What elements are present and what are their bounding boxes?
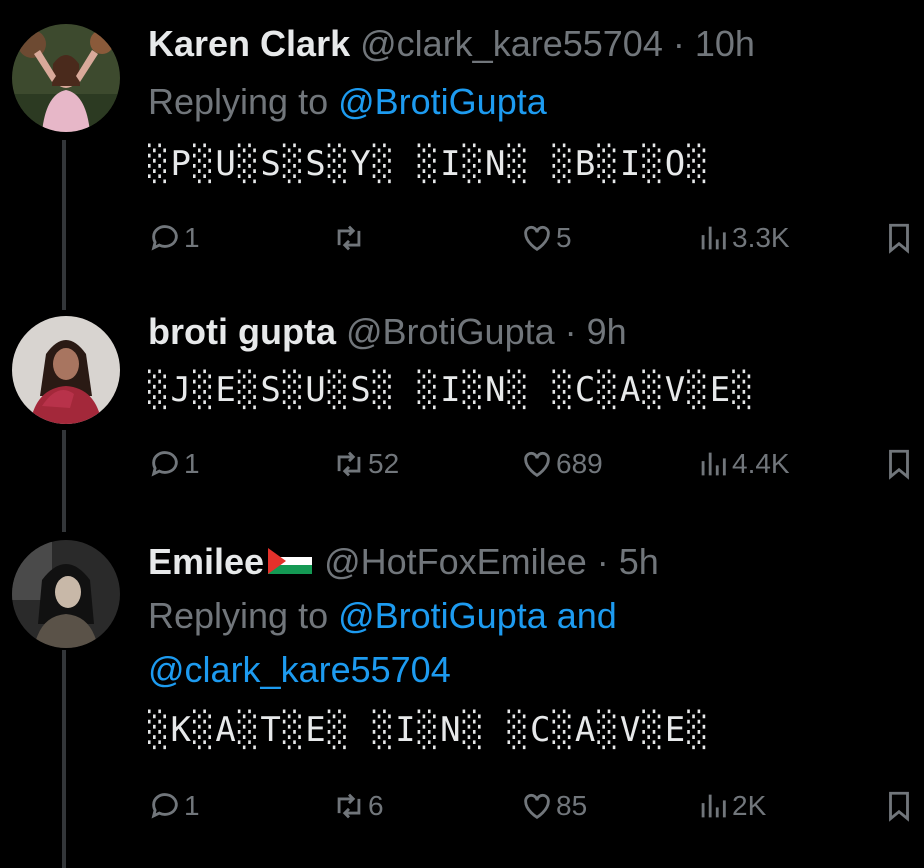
mention-link[interactable]: @clark_kare55704 <box>148 649 451 690</box>
display-name[interactable]: broti gupta <box>148 311 336 352</box>
reply-count: 1 <box>184 448 200 479</box>
handle[interactable]: @BrotiGupta <box>346 311 555 352</box>
tweet-header: broti gupta @BrotiGupta · 9h <box>148 310 627 354</box>
mention-link[interactable]: @BrotiGupta <box>338 81 547 122</box>
tweet-header: Karen Clark @clark_kare55704 · 10h <box>148 22 755 66</box>
views-button[interactable]: 4.4K <box>696 442 790 486</box>
action-bar: 1 5 3.3K <box>148 216 924 260</box>
replying-to: Replying to @BrotiGupta and <box>148 594 617 638</box>
avatar-image <box>12 540 120 648</box>
tweet-karen-clark[interactable]: Karen Clark @clark_kare55704 · 10h Reply… <box>0 0 924 300</box>
replying-to-label: Replying to <box>148 81 339 122</box>
retweet-count: 6 <box>368 790 384 821</box>
like-count: 5 <box>556 222 572 253</box>
like-button[interactable]: 5 <box>520 216 572 260</box>
views-count: 3.3K <box>732 222 790 253</box>
reply-button[interactable]: 1 <box>148 442 200 486</box>
avatar-image <box>12 316 120 424</box>
bookmark-icon <box>889 449 909 480</box>
views-icon <box>701 794 726 818</box>
reply-icon <box>151 793 178 819</box>
display-name[interactable]: Emilee <box>148 541 264 582</box>
retweet-icon <box>337 451 361 477</box>
tweet-text: ░P░U░S░S░Y░ ░I░N░ ░B░I░O░ <box>148 144 710 184</box>
handle[interactable]: @HotFoxEmilee <box>324 541 587 582</box>
bookmark-icon <box>889 791 909 822</box>
retweet-count: 52 <box>368 448 400 479</box>
avatar-image <box>12 24 120 132</box>
like-button[interactable]: 689 <box>520 442 603 486</box>
replying-to-continued: @clark_kare55704 <box>148 648 451 692</box>
tweet-emilee[interactable]: Emilee @HotFoxEmilee · 5h Replying to @B… <box>0 520 924 868</box>
retweet-button[interactable]: 6 <box>332 784 384 828</box>
bookmark-button[interactable] <box>882 442 916 486</box>
retweet-button[interactable] <box>332 216 368 260</box>
like-button[interactable]: 85 <box>520 784 587 828</box>
reply-button[interactable]: 1 <box>148 784 200 828</box>
views-button[interactable]: 2K <box>696 784 766 828</box>
reply-count: 1 <box>184 790 200 821</box>
retweet-button[interactable]: 52 <box>332 442 399 486</box>
tweet-header: Emilee @HotFoxEmilee · 5h <box>148 540 659 584</box>
timestamp[interactable]: · 9h <box>565 311 627 352</box>
tweet-text: ░J░E░S░U░S░ ░I░N░ ░C░A░V░E░ <box>148 370 755 410</box>
timestamp[interactable]: · 5h <box>597 541 659 582</box>
views-button[interactable]: 3.3K <box>696 216 790 260</box>
mention-link[interactable]: @BrotiGupta and <box>338 595 617 636</box>
replying-to-label: Replying to <box>148 595 339 636</box>
tweet-broti-gupta[interactable]: broti gupta @BrotiGupta · 9h ░J░E░S░U░S░… <box>0 300 924 520</box>
action-bar: 1 6 85 2K <box>148 784 924 828</box>
bookmark-button[interactable] <box>882 216 916 260</box>
bookmark-button[interactable] <box>882 784 916 828</box>
replying-to: Replying to @BrotiGupta <box>148 80 547 124</box>
action-bar: 1 52 689 4.4K <box>148 442 924 486</box>
reply-icon <box>151 225 178 251</box>
bookmark-icon <box>889 223 909 254</box>
palestine-flag-icon <box>268 548 313 575</box>
avatar[interactable] <box>12 24 120 132</box>
reply-count: 1 <box>184 222 200 253</box>
like-icon <box>524 225 550 252</box>
reply-icon <box>151 451 178 477</box>
avatar[interactable] <box>12 316 120 424</box>
retweet-icon <box>337 793 361 819</box>
tweet-text: ░K░A░T░E░ ░I░N░ ░C░A░V░E░ <box>148 710 710 750</box>
views-count: 2K <box>732 790 767 821</box>
views-icon <box>701 452 726 476</box>
like-count: 85 <box>556 790 588 821</box>
like-icon <box>524 793 550 820</box>
avatar[interactable] <box>12 540 120 648</box>
handle[interactable]: @clark_kare55704 <box>360 23 663 64</box>
retweet-icon <box>337 225 361 251</box>
display-name[interactable]: Karen Clark <box>148 23 350 64</box>
like-icon <box>524 451 550 478</box>
timestamp[interactable]: · 10h <box>673 23 755 64</box>
reply-button[interactable]: 1 <box>148 216 200 260</box>
views-icon <box>701 226 726 250</box>
views-count: 4.4K <box>732 448 790 479</box>
like-count: 689 <box>556 448 603 479</box>
